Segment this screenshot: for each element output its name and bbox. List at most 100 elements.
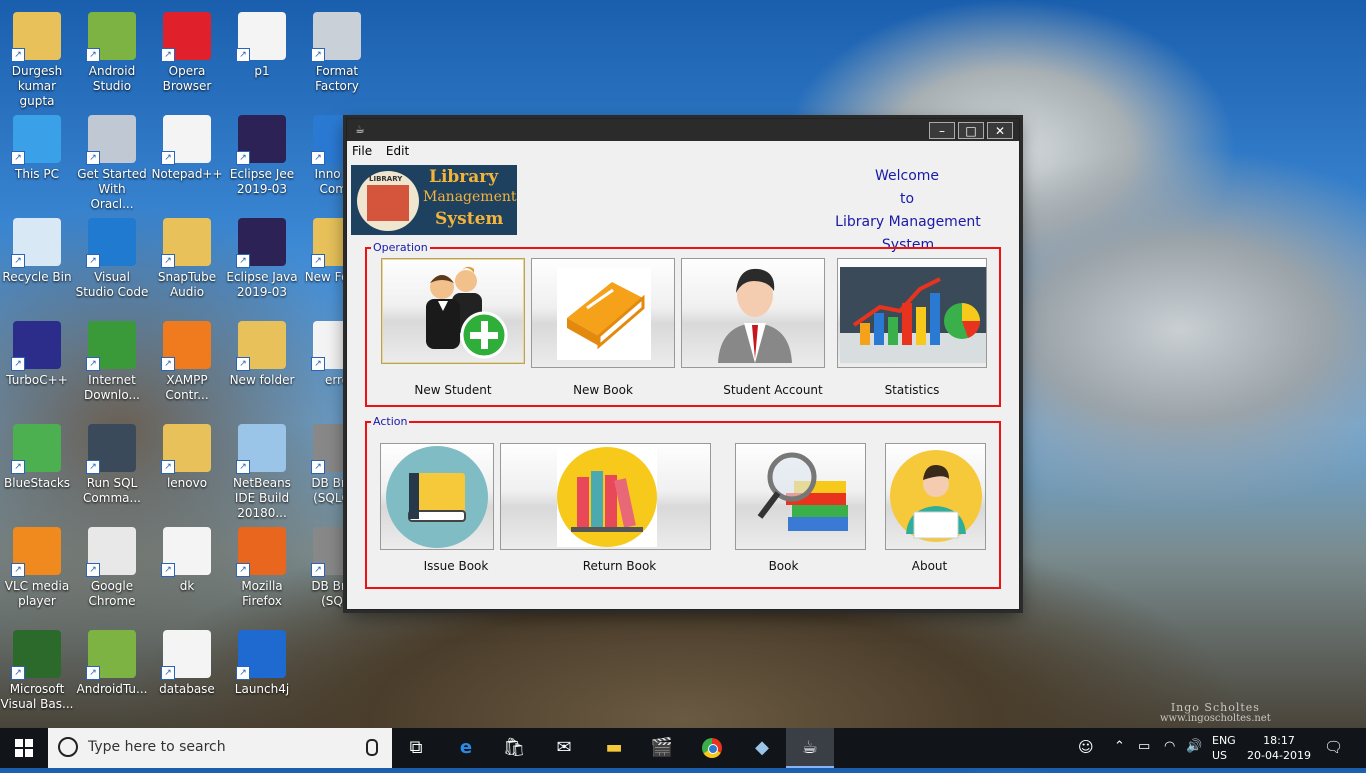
file-explorer-icon[interactable]: ▬ [590,728,638,768]
people-icon[interactable]: ☺ [1078,738,1094,756]
desktop-icon[interactable]: ↗ Mozilla Firefox [225,521,299,609]
store-icon[interactable]: 🛍 [490,728,538,768]
desktop-icon[interactable]: ↗ This PC [0,109,74,182]
desktop-icon[interactable]: ↗ Eclipse Jee 2019-03 [225,109,299,197]
desktop-icon-label: Google Chrome [88,579,136,608]
shortcut-arrow-icon: ↗ [11,460,25,474]
desktop-icon[interactable]: ↗ New folder [225,315,299,388]
shortcut-arrow-icon: ↗ [311,563,325,577]
shortcut-arrow-icon: ↗ [11,254,25,268]
app-icon: ↗ [236,527,286,577]
return-book-button[interactable] [500,443,711,550]
desktop-icon[interactable]: ↗ Visual Studio Code [75,212,149,300]
taskbar-search-box[interactable]: Type here to search [48,728,392,768]
desktop-icon[interactable]: ↗ Eclipse Java 2019-03 [225,212,299,300]
edge-icon[interactable]: e [442,728,490,768]
library-logo: LIBRARY Library Management System [351,165,517,235]
app-icon: ↗ [86,115,136,165]
new-student-button[interactable] [381,258,525,364]
desktop-icon-label: Mozilla Firefox [241,579,283,608]
notifications-icon[interactable]: 🗨 [1324,738,1343,756]
desktop-icon[interactable]: ↗ Internet Downlo... [75,315,149,403]
desktop-icon-label: Run SQL Comma... [83,476,141,505]
desktop-icon[interactable]: ↗ p1 [225,6,299,79]
book-button[interactable] [735,443,866,550]
desktop-icon-label: Eclipse Java 2019-03 [226,270,298,299]
about-label: About [911,559,948,573]
task-view-icon[interactable]: ⧉ [392,728,440,768]
book-label: Book [768,559,799,573]
about-person-icon [890,450,982,542]
menu-file[interactable]: File [347,141,377,158]
shortcut-arrow-icon: ↗ [86,151,100,165]
desktop-icon-label: Get Started With Oracl... [77,167,147,211]
java-icon[interactable]: ☕ [786,728,834,768]
desktop-icon[interactable]: ↗ NetBeans IDE Build 20180... [225,418,299,521]
desktop-icon[interactable]: ↗ database [150,624,224,697]
minimize-button[interactable]: – [929,122,955,139]
desktop-icon-label: Microsoft Visual Bas... [0,682,74,711]
desktop-icon-label: SnapTube Audio [157,270,217,299]
app-icon: ↗ [161,218,211,268]
start-button[interactable] [0,728,48,768]
desktop-icon[interactable]: ↗ BlueStacks [0,418,74,491]
logo-line2: Management [423,189,517,205]
shortcut-arrow-icon: ↗ [236,460,250,474]
desktop-icon[interactable]: ↗ TurboC++ [0,315,74,388]
menu-edit[interactable]: Edit [381,141,414,158]
desktop-icon[interactable]: ↗ Run SQL Comma... [75,418,149,506]
shortcut-arrow-icon: ↗ [161,357,175,371]
app-icon: ↗ [11,218,61,268]
mail-icon[interactable]: ✉ [540,728,588,768]
about-button[interactable] [885,443,986,550]
desktop-icon[interactable]: ↗ Android Studio [75,6,149,94]
show-hidden-icons-icon[interactable]: ⌃ [1114,739,1125,754]
desktop-icon[interactable]: ↗ VLC media player [0,521,74,609]
desktop-icon-label: Eclipse Jee 2019-03 [229,167,295,196]
language-indicator[interactable]: ENG US [1212,733,1236,763]
issue-book-button[interactable] [380,443,494,550]
student-account-button[interactable] [681,258,825,368]
clock[interactable]: 18:17 20-04-2019 [1246,733,1312,763]
desktop-icon[interactable]: ↗ Microsoft Visual Bas... [0,624,74,712]
desktop-icon[interactable]: ↗ SnapTube Audio [150,212,224,300]
desktop-icon[interactable]: ↗ Opera Browser [150,6,224,94]
desktop-icon-label: Internet Downlo... [84,373,140,402]
movies-icon[interactable]: 🎬 [638,728,686,768]
virtualbox-icon[interactable]: ◆ [738,728,786,768]
new-book-label: New Book [573,383,633,397]
close-button[interactable]: ✕ [987,122,1013,139]
desktop-icon[interactable]: ↗ lenovo [150,418,224,491]
maximize-button[interactable]: □ [958,122,984,139]
volume-icon[interactable]: 🔊 [1186,739,1202,754]
desktop-icon[interactable]: ↗ Launch4j [225,624,299,697]
desktop-icon[interactable]: ↗ Notepad++ [150,109,224,182]
desktop-icon-label: This PC [15,167,59,181]
desktop-icon-label: p1 [254,64,270,78]
desktop-icon[interactable]: ↗ AndroidTu... [75,624,149,697]
app-icon: ↗ [86,12,136,62]
student-account-icon [718,268,792,363]
shortcut-arrow-icon: ↗ [86,48,100,62]
windows-logo-icon [15,739,33,757]
app-icon: ↗ [161,12,211,62]
desktop-icon[interactable]: ↗ Google Chrome [75,521,149,609]
desktop-icon[interactable]: ↗ Durgesh kumar gupta [0,6,74,109]
battery-icon[interactable]: ▭ [1138,739,1150,754]
new-book-button[interactable] [531,258,675,368]
logo-line1: Library [429,167,499,187]
shortcut-arrow-icon: ↗ [86,254,100,268]
desktop-icon[interactable]: ↗ Recycle Bin [0,212,74,285]
desktop-icon[interactable]: ↗ Get Started With Oracl... [75,109,149,212]
student-account-label: Student Account [723,383,823,397]
wifi-icon[interactable]: ◠ [1164,739,1175,754]
desktop-icon[interactable]: ↗ XAMPP Contr... [150,315,224,403]
shortcut-arrow-icon: ↗ [161,48,175,62]
chrome-icon[interactable] [688,728,736,768]
app-icon: ↗ [161,527,211,577]
statistics-button[interactable] [837,258,987,368]
desktop-icon-label: NetBeans IDE Build 20180... [233,476,291,520]
desktop-icon[interactable]: ↗ dk [150,521,224,594]
window-titlebar[interactable]: ☕ – □ ✕ [347,119,1019,141]
desktop-icon[interactable]: ↗ Format Factory [300,6,374,94]
